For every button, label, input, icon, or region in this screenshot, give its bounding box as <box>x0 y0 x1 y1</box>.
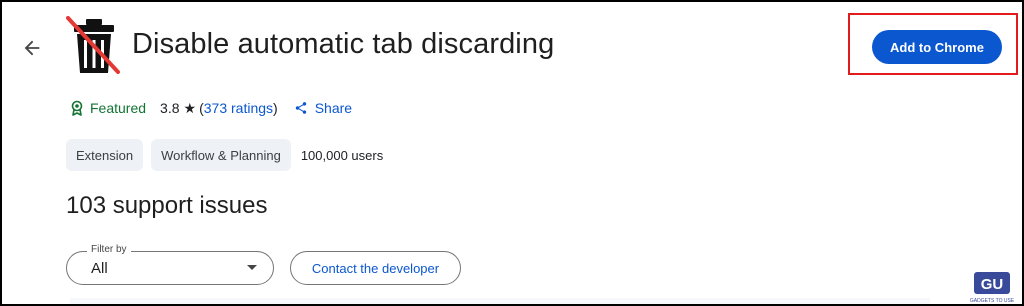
back-button[interactable] <box>16 32 48 64</box>
page-frame: Disable automatic tab discarding Add to … <box>0 0 1024 306</box>
chip-category[interactable]: Workflow & Planning <box>151 139 291 171</box>
featured-label: Featured <box>90 100 147 116</box>
extension-title: Disable automatic tab discarding <box>132 28 555 60</box>
watermark-tagline: GADGETS TO USE <box>970 298 1015 304</box>
ratings-link[interactable]: 373 ratings <box>204 100 273 116</box>
filter-value: All <box>91 260 108 277</box>
add-to-chrome-button[interactable]: Add to Chrome <box>872 30 1002 64</box>
rating-value: 3.8 <box>160 100 180 116</box>
rating: 3.8 ★ ( 373 ratings ) <box>160 100 278 117</box>
gadgets-to-use-logo: GU GADGETS TO USE <box>970 272 1015 304</box>
arrow-left-icon <box>24 40 40 56</box>
chip-row: Extension Workflow & Planning 100,000 us… <box>66 139 383 171</box>
contact-developer-button[interactable]: Contact the developer <box>290 251 461 285</box>
featured-badge: Featured <box>70 100 146 116</box>
chip-extension[interactable]: Extension <box>66 139 144 171</box>
star-icon: ★ <box>183 99 197 116</box>
share-label: Share <box>314 100 353 116</box>
users-count: 100,000 users <box>300 147 384 163</box>
rating-close-paren: ) <box>273 100 278 116</box>
watermark-logo-text: GU <box>981 276 1004 293</box>
meta-row: Featured 3.8 ★ ( 373 ratings ) Share <box>70 97 352 119</box>
filter-dropdown[interactable]: Filter by All <box>66 244 274 285</box>
filter-label: Filter by <box>87 244 131 255</box>
share-button[interactable]: Share <box>294 100 352 116</box>
support-heading: 103 support issues <box>66 192 268 219</box>
trash-crossed-icon <box>66 16 120 74</box>
share-icon <box>295 102 306 114</box>
caret-down-icon <box>247 265 257 270</box>
support-list-edge <box>70 298 930 304</box>
award-badge-icon <box>71 100 83 116</box>
